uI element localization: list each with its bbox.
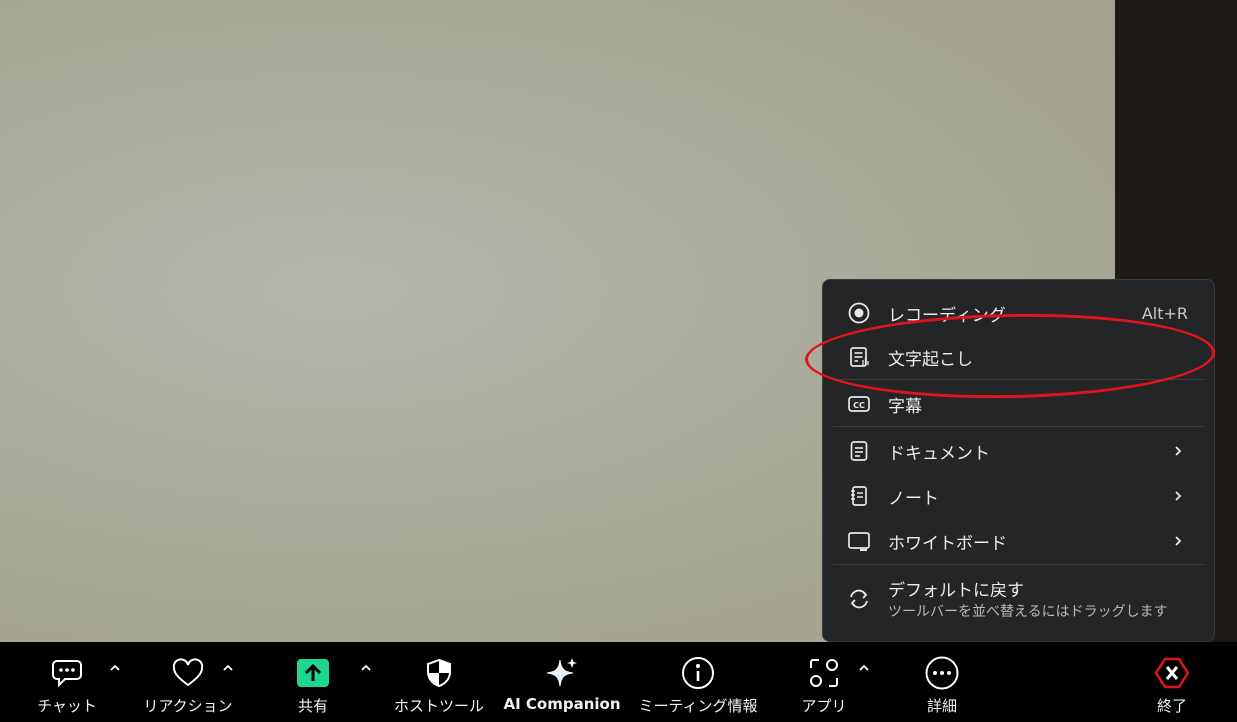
menu-item-reset-default[interactable]: デフォルトに戻す ツールバーを並べ替えるにはドラッグします [823, 568, 1214, 630]
reactions-label: リアクション [143, 697, 233, 715]
menu-item-recording[interactable]: レコーディング Alt+R [823, 290, 1214, 336]
more-dots-icon [924, 655, 960, 691]
apps-icon [807, 655, 841, 691]
apps-options-caret-icon[interactable] [857, 662, 871, 674]
chat-label: チャット [37, 697, 97, 715]
chat-icon [49, 655, 85, 691]
menu-item-sublabel: ツールバーを並べ替えるにはドラッグします [888, 604, 1168, 620]
host-tools-button[interactable]: ホストツール [392, 642, 486, 722]
share-button[interactable]: 共有 [284, 642, 342, 722]
shortcut-label: Alt+R [1141, 303, 1188, 323]
whiteboard-icon [847, 529, 871, 553]
menu-item-notes[interactable]: ノート [823, 473, 1214, 519]
share-options-caret-icon[interactable] [359, 662, 373, 674]
menu-item-label: ドキュメント [888, 443, 990, 464]
apps-button[interactable]: アプリ [796, 642, 852, 722]
closed-caption-icon: CC [847, 392, 871, 416]
sparkle-icon [544, 655, 580, 691]
meeting-toolbar: チャット リアクション 共有 ホストツール AI Companion ミーティン… [0, 642, 1237, 722]
end-icon [1154, 655, 1190, 691]
share-label: 共有 [297, 697, 328, 715]
menu-item-whiteboard[interactable]: ホワイトボード [823, 518, 1214, 564]
chat-options-caret-icon[interactable] [108, 662, 122, 674]
menu-divider [833, 426, 1205, 427]
chevron-right-icon [1175, 491, 1182, 501]
ai-companion-button[interactable]: AI Companion [503, 642, 621, 722]
chevron-right-icon [1175, 536, 1182, 546]
more-apps-menu: レコーディング Alt+R 文字起こし CC 字幕 ドキュメント ノート ホワイ… [822, 279, 1215, 642]
more-button[interactable]: 詳細 [912, 642, 972, 722]
chat-button[interactable]: チャット [28, 642, 106, 722]
menu-divider [833, 379, 1205, 380]
host-tools-label: ホストツール [393, 697, 484, 715]
reset-icon [847, 587, 871, 611]
share-screen-icon [296, 655, 330, 691]
meeting-info-button[interactable]: ミーティング情報 [636, 642, 760, 722]
ai-companion-label: AI Companion [503, 695, 621, 713]
menu-item-label: 文字起こし [888, 349, 973, 370]
meeting-info-label: ミーティング情報 [638, 697, 758, 715]
menu-item-transcript[interactable]: 文字起こし [823, 334, 1214, 380]
reactions-button[interactable]: リアクション [143, 642, 233, 722]
transcript-icon [847, 345, 871, 369]
shield-icon [424, 655, 454, 691]
document-icon [847, 439, 871, 463]
record-icon [847, 301, 871, 325]
reactions-options-caret-icon[interactable] [221, 662, 235, 674]
menu-item-documents[interactable]: ドキュメント [823, 428, 1214, 474]
info-icon [681, 655, 715, 691]
end-label: 終了 [1156, 697, 1187, 715]
end-meeting-button[interactable]: 終了 [1142, 642, 1202, 722]
menu-item-label: 字幕 [888, 396, 922, 417]
svg-text:CC: CC [853, 401, 865, 410]
heart-icon [170, 655, 206, 691]
menu-divider [833, 564, 1205, 565]
menu-item-label: ノート [888, 488, 939, 509]
menu-item-captions[interactable]: CC 字幕 [823, 381, 1214, 427]
apps-label: アプリ [801, 697, 847, 715]
menu-item-label: レコーディング [888, 305, 1006, 326]
chevron-right-icon [1175, 446, 1182, 456]
menu-item-label: デフォルトに戻す [888, 581, 1024, 601]
menu-item-label: ホワイトボード [888, 533, 1007, 554]
notes-icon [847, 484, 871, 508]
more-label: 詳細 [926, 697, 957, 715]
